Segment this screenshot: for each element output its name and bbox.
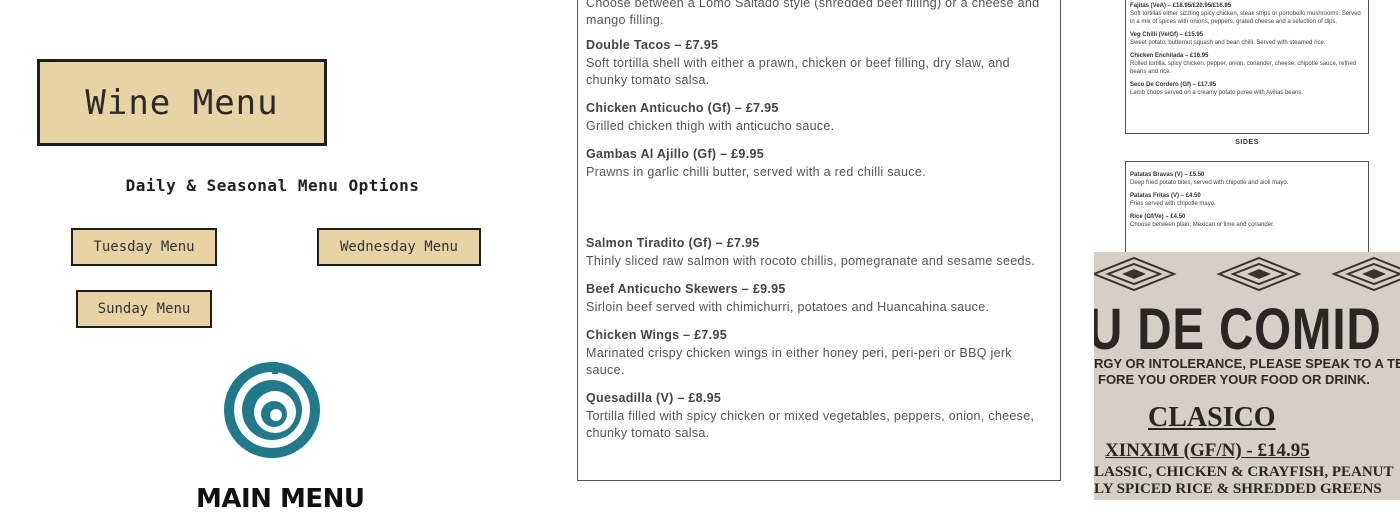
menu-item-name: Chicken Wings – £7.95 [586, 328, 727, 342]
menu-options-subtitle: Daily & Seasonal Menu Options [125, 176, 420, 195]
scan-item-desc: Lamb chops served on a creamy potato pur… [1130, 90, 1303, 96]
scan-item: Seco De Cordero (Gf) – £17.95 Lamb chops … [1130, 81, 1365, 97]
scan-item: Patatas Fritas (V) – £4.50 Fries served w… [1130, 192, 1365, 208]
menu-item-name: Salmon Tiradito (Gf) – £7.95 [586, 236, 760, 250]
menu-photo: U DE COMID RGY OR INTOLERANCE, PLEASE SP… [1094, 252, 1400, 500]
menu-item-desc: Marinated crispy chicken wings in either… [586, 346, 1012, 377]
menu-item-name: Chicken Anticucho (Gf) – £7.95 [586, 101, 779, 115]
scan-item-name: Veg Chilli (Ve/Gf) – £15.95 [1130, 32, 1204, 38]
menu-item: Chicken Wings – £7.95 Marinated crispy c… [586, 327, 1046, 379]
scan-item: Chicken Enchilada – £16.95 Rolled tortill… [1130, 52, 1365, 76]
scan-item-desc: Soft tortillas either sizzling spicy chi… [1130, 11, 1361, 25]
scan-item: Patatas Bravas (V) – £5.50 Deep fried pot… [1130, 171, 1365, 187]
photo-allergy-line2: FORE YOU ORDER YOUR FOOD OR DRINK. [1098, 372, 1370, 387]
scan-item-name: Patatas Fritas (V) – £4.50 [1130, 193, 1201, 199]
scan-item-name: Patatas Bravas (V) – £5.50 [1130, 172, 1205, 178]
menu-item: Gambas Al Ajillo (Gf) – £9.95 Prawns in … [586, 146, 1046, 181]
menu-item-name: Gambas Al Ajillo (Gf) – £9.95 [586, 147, 764, 161]
scan-item-name: Fajitas (VeA) – £18.95/£20.95/£16.95 [1130, 3, 1232, 9]
scan-item-desc: Rolled tortilla, spicy chicken, pepper, … [1130, 61, 1357, 75]
menu-item-fragment-line1: Choose between a Lomo Saltado style (shr… [586, 0, 1040, 10]
menu-item-name: Double Tacos – £7.95 [586, 38, 719, 52]
wine-menu-button[interactable]: Wine Menu [37, 59, 327, 146]
menu-item-desc: Sirloin beef served with chimichurri, po… [586, 300, 990, 314]
menu-item: Double Tacos – £7.95 Soft tortilla shell… [586, 37, 1046, 89]
tuesday-menu-button[interactable]: Tuesday Menu [71, 228, 217, 266]
menu-panel: Choose between a Lomo Saltado style (shr… [577, 0, 1061, 481]
sides-box: Patatas Bravas (V) – £5.50 Deep fried pot… [1125, 161, 1369, 252]
menu-item-fragment: Choose between a Lomo Saltado style (shr… [586, 0, 1046, 29]
scan-item-name: Chicken Enchilada – £16.95 [1130, 53, 1209, 59]
photo-allergy-line1: RGY OR INTOLERANCE, PLEASE SPEAK TO A TE… [1094, 356, 1400, 371]
menu-item-fragment-line2: mango filling. [586, 13, 664, 27]
scan-item-desc: Choose between plain, Mexican or lime an… [1130, 222, 1275, 228]
scan-item: Veg Chilli (Ve/Gf) – £15.95 Sweet potato,… [1130, 31, 1365, 47]
menu-item-desc: Prawns in garlic chilli butter, served w… [586, 165, 926, 179]
menu-item-name: Quesadilla (V) – £8.95 [586, 391, 722, 405]
main-menu-heading: MAIN MENU [196, 484, 365, 514]
scan-item-desc: Deep fried potato bites, served with chi… [1130, 180, 1289, 186]
menu-item: Quesadilla (V) – £8.95 Tortilla filled w… [586, 390, 1046, 442]
scan-item: Fajitas (VeA) – £18.95/£20.95/£16.95 Soft… [1130, 2, 1365, 26]
scan-item-name: Rice (Gf/Ve) – £4.50 [1130, 214, 1186, 220]
menu-item: Chicken Anticucho (Gf) – £7.95 Grilled c… [586, 100, 1046, 135]
menu-scan-image: Fajitas (VeA) – £18.95/£20.95/£16.95 Soft… [1094, 0, 1400, 252]
scan-item-name: Seco De Cordero (Gf) – £17.95 [1130, 82, 1217, 88]
photo-section-title: CLASICO [1148, 402, 1276, 433]
menu-item: Salmon Tiradito (Gf) – £7.95 Thinly slic… [586, 235, 1046, 270]
scan-item-desc: Sweet potato, butternut squash and bean … [1130, 40, 1326, 46]
spiral-logo-icon [224, 362, 320, 458]
menu-item-desc: Thinly sliced raw salmon with rocoto chi… [586, 254, 1036, 268]
menu-item-desc: Grilled chicken thigh with anticucho sau… [586, 119, 835, 133]
sides-label: SIDES [1235, 139, 1259, 146]
menu-item-name: Beef Anticucho Skewers – £9.95 [586, 282, 786, 296]
wednesday-menu-button[interactable]: Wednesday Menu [317, 228, 481, 266]
photo-dish-desc2: LY SPICED RICE & SHREDDED GREENS [1094, 481, 1382, 497]
menu-item: Beef Anticucho Skewers – £9.95 Sirloin b… [586, 281, 1046, 316]
menu-item-desc: Tortilla filled with spicy chicken or mi… [586, 409, 1035, 440]
diamond-pattern-icon [1094, 256, 1400, 292]
photo-dish-desc1: LASSIC, CHICKEN & CRAYFISH, PEANUT [1094, 464, 1394, 480]
scan-item: Rice (Gf/Ve) – £4.50 Choose between plain… [1130, 213, 1365, 229]
photo-heading: U DE COMID [1094, 297, 1382, 362]
scan-item-desc: Fries served with chipotle mayo. [1130, 201, 1216, 207]
sunday-menu-button[interactable]: Sunday Menu [76, 290, 212, 328]
menu-item-desc: Soft tortilla shell with either a prawn,… [586, 56, 1010, 87]
photo-dish-name: XINXIM (GF/N) - £14.95 [1105, 440, 1310, 461]
mains-box: Fajitas (VeA) – £18.95/£20.95/£16.95 Soft… [1125, 0, 1369, 134]
